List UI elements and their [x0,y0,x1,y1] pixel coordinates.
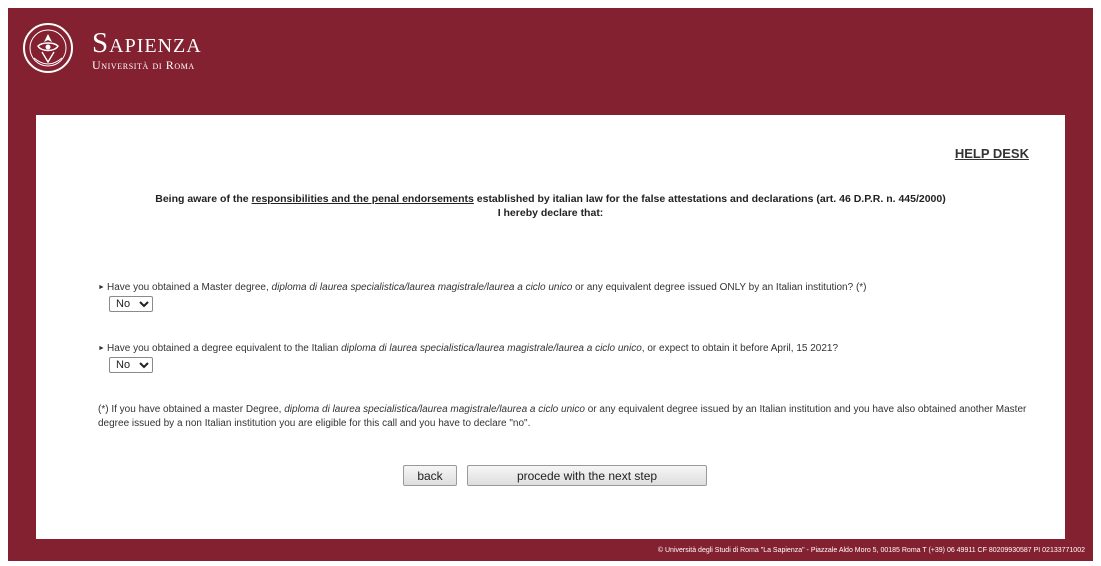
question-equivalent-degree: ► Have you obtained a degree equivalent t… [98,342,1048,373]
brand-subtitle: Università di Roma [92,58,195,72]
note-italic: diploma di laurea specialistica/laurea m… [284,404,585,415]
question-text-italic: diploma di laurea specialistica/laurea m… [271,282,573,293]
note-before: (*) If you have obtained a master Degree… [98,404,285,415]
question-text-after: , or expect to obtain it before April, 1… [641,343,839,354]
declaration-text: Being aware of the responsibilities and … [36,192,1065,220]
bullet-icon: ► [98,284,105,291]
back-button[interactable]: back [403,465,457,486]
page-frame: Sapienza Università di Roma HELP DESK Be… [8,8,1093,561]
brand-block: Sapienza Università di Roma [92,28,202,72]
question-italian-master-degree: ► Have you obtained a Master degree, dipl… [98,281,1048,312]
next-step-button[interactable]: procede with the next step [467,465,707,486]
declaration-line2: I hereby declare that: [497,207,604,219]
university-seal-icon [23,23,73,73]
question-text-after: or any equivalent degree issued ONLY by … [572,282,867,293]
question-text-before: Have you obtained a Master degree, [107,282,272,293]
footer-copyright: © Università degli Studi di Roma "La Sap… [657,547,1085,554]
site-header: Sapienza Università di Roma [8,8,1093,108]
equivalent-degree-select[interactable]: No [109,357,153,373]
bullet-icon: ► [98,345,105,352]
help-desk-link[interactable]: HELP DESK [955,146,1029,161]
declaration-prefix: Being aware of the [155,193,252,205]
brand-name: Sapienza [92,27,202,59]
declaration-suffix: established by italian law for the false… [473,193,946,205]
content-panel: HELP DESK Being aware of the responsibil… [36,115,1065,539]
eligibility-note: (*) If you have obtained a master Degree… [98,403,1058,431]
master-degree-select[interactable]: No [109,296,153,312]
question-text-italic: diploma di laurea specialistica/laurea m… [341,343,642,354]
responsibilities-link[interactable]: responsibilities and the penal endorseme… [252,193,474,205]
question-text-before: Have you obtained a degree equivalent to… [107,343,342,354]
